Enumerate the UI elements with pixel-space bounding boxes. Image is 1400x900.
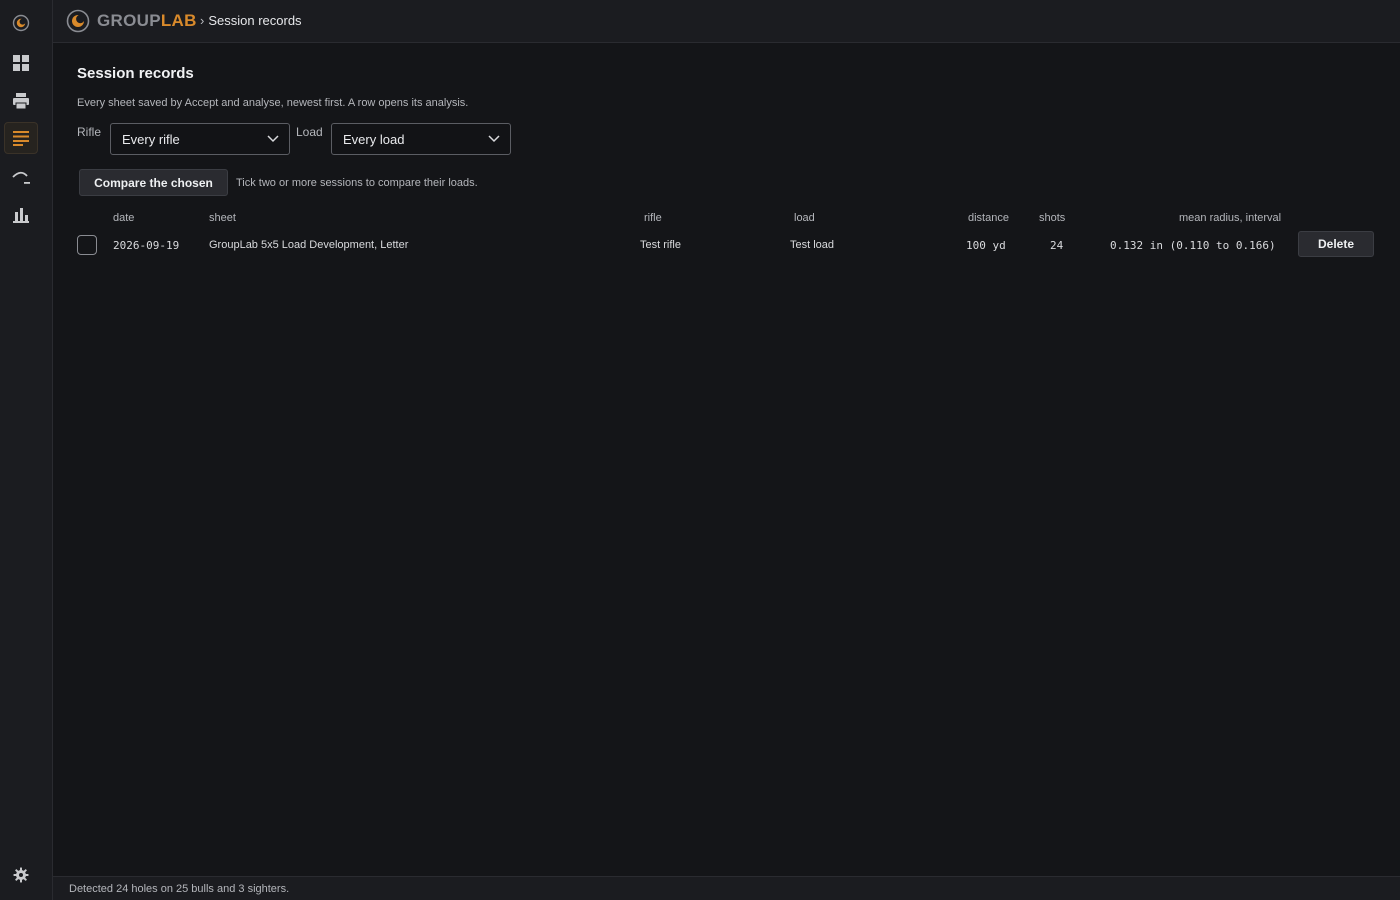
status-text: Detected 24 holes on 25 bulls and 3 sigh… [69, 883, 290, 895]
logo-icon [12, 14, 30, 32]
trajectory-icon [12, 168, 30, 186]
cell-rifle: Test rifle [640, 239, 681, 251]
load-filter-select[interactable]: Every load [331, 123, 511, 155]
row-select-checkbox[interactable] [77, 235, 97, 255]
bar-chart-icon [12, 206, 30, 224]
top-bar: GROUPLAB › Session records [53, 0, 1400, 43]
column-header-distance[interactable]: distance [968, 212, 1009, 224]
breadcrumb-separator: › [200, 13, 205, 28]
delete-button[interactable]: Delete [1298, 231, 1374, 257]
brand-name-part2: LAB [160, 11, 197, 30]
rail-item-dashboard[interactable] [4, 47, 38, 79]
printer-icon [12, 92, 30, 110]
brand-name-part1: GROUP [97, 11, 161, 30]
page-description: Every sheet saved by Accept and analyse,… [77, 97, 469, 109]
gear-icon [13, 867, 29, 883]
cell-sheet: GroupLab 5x5 Load Development, Letter [209, 239, 409, 251]
cell-date: 2026-09-19 [113, 239, 180, 252]
rail-item-trajectory[interactable] [4, 161, 38, 193]
main-content: Session records Every sheet saved by Acc… [53, 43, 1400, 876]
rail-item-charts[interactable] [4, 199, 38, 231]
column-header-mean-radius[interactable]: mean radius, interval [1179, 212, 1281, 224]
column-header-sheet[interactable]: sheet [209, 212, 236, 224]
chevron-down-icon [267, 135, 279, 143]
cell-load: Test load [790, 239, 835, 251]
rifle-filter-select[interactable]: Every rifle [110, 123, 290, 155]
cell-distance: 100 yd [966, 239, 1006, 252]
status-bar: Detected 24 holes on 25 bulls and 3 sigh… [53, 876, 1400, 900]
column-header-rifle[interactable]: rifle [644, 212, 662, 224]
rifle-filter-label: Rifle [77, 125, 102, 139]
rifle-filter-value: Every rifle [122, 132, 180, 147]
compare-hint: Tick two or more sessions to compare the… [236, 177, 478, 189]
rail-item-session-records[interactable] [4, 122, 38, 154]
column-header-date[interactable]: date [113, 212, 134, 224]
load-filter-value: Every load [343, 132, 405, 147]
rail-settings-button[interactable] [4, 859, 38, 891]
load-filter-label: Load [296, 125, 323, 139]
cell-mean-radius: 0.132 in (0.110 to 0.166) [1110, 239, 1276, 252]
compare-chosen-button[interactable]: Compare the chosen [79, 169, 228, 196]
chevron-down-icon [488, 135, 500, 143]
rail-logo-button[interactable] [4, 7, 38, 39]
breadcrumb-current: Session records [208, 13, 302, 28]
dashboard-grid-icon [12, 54, 30, 72]
sidebar-rail [0, 0, 53, 900]
column-header-load[interactable]: load [794, 212, 815, 224]
brand-name[interactable]: GROUPLAB [97, 11, 197, 31]
column-header-shots[interactable]: shots [1039, 212, 1065, 224]
page-title: Session records [77, 65, 194, 82]
breadcrumb: › Session records [200, 13, 302, 28]
rail-item-print[interactable] [4, 85, 38, 117]
brand-logo-icon [66, 9, 90, 33]
cell-shots: 24 [1050, 239, 1064, 252]
list-icon [12, 129, 30, 147]
